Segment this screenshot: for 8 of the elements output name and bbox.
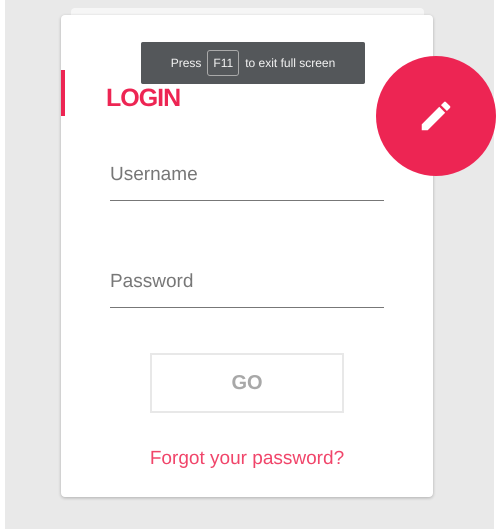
forgot-password-link[interactable]: Forgot your password?: [150, 448, 344, 470]
notice-text: to exit full screen: [245, 56, 336, 70]
input-field[interactable]: Username: [110, 164, 384, 201]
input-field[interactable]: Password: [110, 271, 384, 308]
accent-bar: [61, 70, 65, 116]
login-title: LOGIN: [106, 86, 180, 110]
key-cap: F11: [207, 50, 240, 76]
notice-text: Press: [170, 56, 202, 70]
